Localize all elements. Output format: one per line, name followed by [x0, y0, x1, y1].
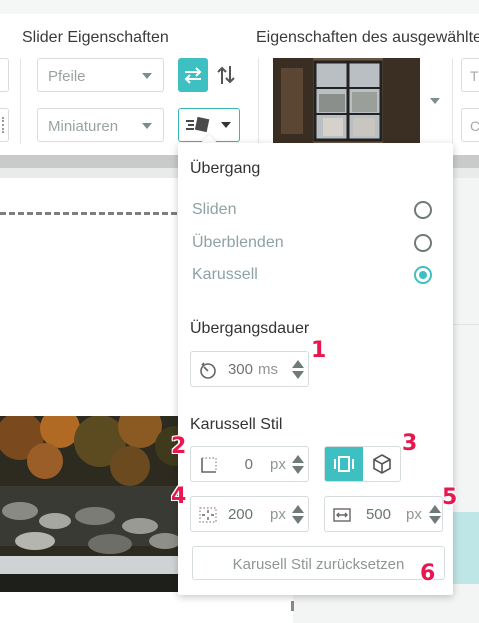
- carousel-3d-button[interactable]: [363, 447, 400, 481]
- duration-input[interactable]: 300 ms: [190, 351, 309, 387]
- duration-unit: ms: [258, 361, 278, 378]
- chevron-down-icon: [142, 123, 152, 129]
- width-value: 500: [365, 506, 391, 523]
- grip-icon: [2, 117, 4, 133]
- carousel-mode-toggle: [324, 446, 401, 482]
- option-carousel-radio[interactable]: [414, 266, 432, 284]
- vertical-direction-button[interactable]: [211, 58, 241, 92]
- annotation-5: 5: [442, 485, 458, 510]
- arrows-select-value: Pfeile: [48, 68, 86, 85]
- padding-unit: px: [270, 506, 286, 523]
- slider-properties-title: Slider Eigenschaften: [22, 29, 169, 46]
- chevron-down-icon: [221, 122, 231, 128]
- thumbnails-select-value: Miniaturen: [48, 118, 119, 135]
- transition-effect-icon: [186, 116, 210, 133]
- carousel-style-heading: Karussell Stil: [190, 416, 283, 433]
- option-fade-radio[interactable]: [414, 234, 432, 252]
- chevron-down-icon[interactable]: [430, 98, 440, 104]
- swap-horizontal-icon: [184, 67, 202, 84]
- toolbar-top-strip: [0, 0, 479, 14]
- arrows-select[interactable]: Pfeile: [37, 58, 164, 92]
- width-input[interactable]: 500 px: [324, 496, 443, 532]
- timer-icon: [200, 362, 216, 379]
- spacing-input[interactable]: 0 px: [190, 446, 309, 482]
- annotation-3: 3: [402, 431, 418, 456]
- stepper-icon[interactable]: [292, 455, 304, 475]
- width-icon: [333, 508, 351, 522]
- stepper-icon[interactable]: [292, 360, 304, 380]
- resize-handle[interactable]: [291, 601, 294, 611]
- duration-heading: Übergangsdauer: [190, 320, 310, 337]
- text-field[interactable]: C: [461, 108, 479, 142]
- cube-icon: [373, 454, 391, 474]
- divider: [453, 324, 479, 325]
- annotation-6: 6: [420, 561, 436, 586]
- divider: [20, 58, 21, 144]
- swap-vertical-icon: [217, 66, 235, 84]
- padding-value: 200: [227, 506, 253, 523]
- spacing-icon: [201, 457, 217, 473]
- option-slide-radio[interactable]: [414, 201, 432, 219]
- carousel-flat-icon: [334, 456, 354, 472]
- selected-image-thumbnail[interactable]: [273, 58, 420, 144]
- stepper-icon[interactable]: [429, 505, 441, 525]
- transition-heading: Übergang: [190, 160, 261, 177]
- width-unit: px: [406, 506, 422, 523]
- divider: [258, 58, 259, 144]
- chevron-down-icon: [142, 73, 152, 79]
- text-field-value: C: [470, 118, 479, 134]
- spacing-unit: px: [270, 456, 286, 473]
- reset-carousel-style-button[interactable]: Karusell Stil zurücksetzen: [192, 546, 445, 580]
- duration-value: 300: [227, 361, 253, 378]
- divider: [452, 58, 453, 144]
- spacing-value: 0: [244, 456, 253, 473]
- annotation-1: 1: [311, 338, 327, 363]
- street-photo: [273, 58, 420, 144]
- forest-photo: [0, 416, 186, 592]
- cut-off-field[interactable]: [0, 58, 9, 92]
- text-field-value: T: [470, 68, 479, 84]
- padding-icon: [199, 507, 217, 523]
- forest-river-image: [0, 416, 186, 592]
- thumbnails-select[interactable]: Miniaturen: [37, 108, 164, 142]
- cut-off-field[interactable]: [0, 108, 9, 142]
- padding-input[interactable]: 200 px: [190, 496, 309, 532]
- option-slide-label[interactable]: Sliden: [192, 201, 236, 219]
- annotation-4: 4: [171, 484, 187, 509]
- carousel-flat-button[interactable]: [325, 447, 363, 481]
- highlighted-element: [453, 512, 479, 584]
- text-field[interactable]: T: [461, 58, 479, 92]
- option-carousel-label[interactable]: Karussell: [192, 266, 258, 284]
- horizontal-direction-button[interactable]: [178, 58, 208, 92]
- annotation-2: 2: [171, 434, 187, 459]
- selected-properties-title: Eigenschaften des ausgewählten: [256, 29, 479, 46]
- stepper-icon[interactable]: [292, 505, 304, 525]
- slide-guide-line: [0, 212, 186, 215]
- option-fade-label[interactable]: Überblenden: [192, 234, 284, 252]
